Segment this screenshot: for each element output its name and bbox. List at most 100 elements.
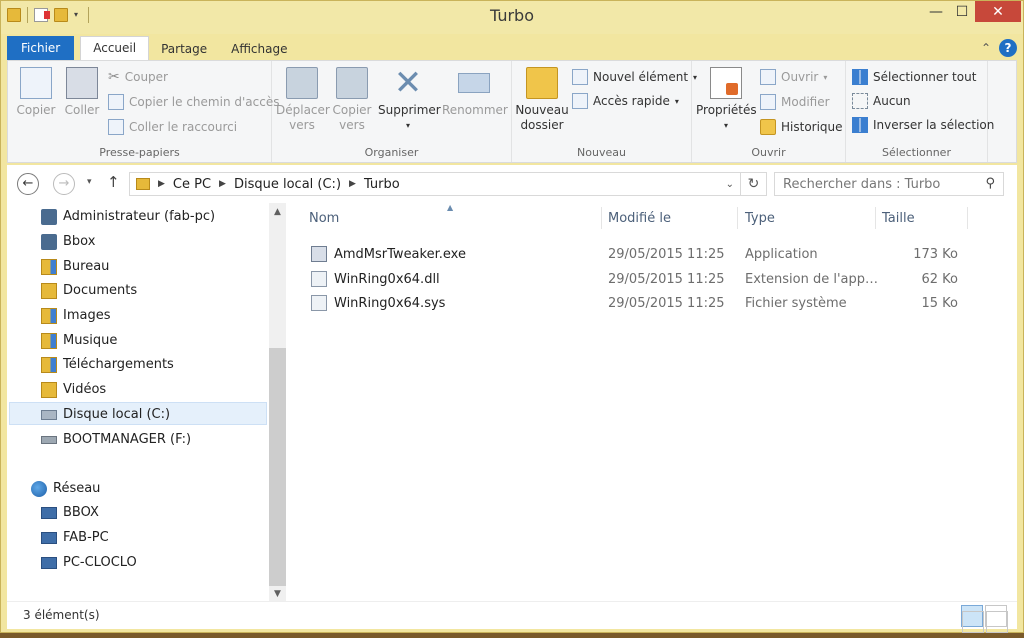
tab-share[interactable]: Partage (149, 38, 219, 60)
details-view-button[interactable] (961, 605, 984, 633)
column-header-name[interactable]: Nom (309, 211, 339, 226)
move-to-label: Déplacer (276, 103, 330, 117)
delete-icon: ✕ (393, 63, 423, 103)
refresh-icon[interactable]: ↻ (741, 172, 767, 196)
minimize-button[interactable]: — (923, 1, 949, 22)
recent-locations-icon[interactable]: ▾ (87, 177, 92, 187)
column-header-modified[interactable]: Modifié le (608, 211, 671, 226)
copy-icon (20, 67, 52, 99)
nav-item-pc-cloclo[interactable]: PC-CLOCLO (41, 551, 137, 574)
nav-item-bbox[interactable]: Bbox (41, 230, 95, 253)
nav-item-images[interactable]: Images (41, 304, 111, 327)
properties-dropdown-icon[interactable]: ▾ (696, 118, 756, 133)
search-input[interactable]: Rechercher dans : Turbo ⚲ (774, 172, 1004, 196)
select-all-icon (852, 69, 868, 85)
address-history-dropdown-icon[interactable]: ⌄ (726, 179, 734, 190)
new-folder-button[interactable]: Nouveau dossier (514, 67, 570, 133)
file-row[interactable]: AmdMsrTweaker.exe 29/05/2015 11:25 Appli… (299, 243, 999, 266)
properties-label: Propriétés (696, 103, 757, 117)
paste-button[interactable]: Coller (62, 67, 102, 118)
tab-view[interactable]: Affichage (219, 38, 299, 60)
nav-item-videos[interactable]: Vidéos (41, 378, 106, 401)
nav-item-reseau[interactable]: Réseau (31, 477, 100, 500)
edit-button[interactable]: Modifier (760, 94, 830, 110)
copy-button[interactable]: Copier (14, 67, 58, 118)
search-icon[interactable]: ⚲ (985, 176, 995, 191)
scroll-down-icon[interactable]: ▼ (269, 589, 286, 599)
new-folder-icon (526, 67, 558, 99)
column-divider[interactable] (875, 207, 876, 229)
delete-button[interactable]: ✕ Supprimer ▾ (378, 63, 441, 133)
column-header-size[interactable]: Taille (882, 211, 915, 226)
select-all-button[interactable]: Sélectionner tout (852, 69, 976, 85)
downloads-folder-icon (41, 356, 57, 373)
breadcrumb-this-pc[interactable]: Ce PC (173, 177, 211, 192)
column-divider[interactable] (967, 207, 968, 229)
nav-item-fab-pc[interactable]: FAB-PC (41, 526, 109, 549)
collapse-ribbon-icon[interactable]: ⌃ (981, 41, 991, 55)
nav-item-administrateur[interactable]: Administrateur (fab-pc) (41, 205, 215, 228)
tab-file[interactable]: Fichier (7, 36, 75, 60)
new-folder-label-2: dossier (520, 118, 564, 132)
cut-button[interactable]: ✂ Couper (108, 69, 168, 85)
rename-label: Renommer (442, 103, 508, 117)
properties-button[interactable]: Propriétés ▾ (696, 67, 757, 133)
title-bar: ▾ Turbo — ☐ ✕ (1, 1, 1023, 34)
delete-dropdown-icon[interactable]: ▾ (378, 118, 438, 133)
organize-group-label: Organiser (364, 146, 419, 159)
paste-label: Coller (64, 103, 100, 117)
easy-access-button[interactable]: Accès rapide ▾ (572, 93, 679, 109)
nav-item-bootmanager[interactable]: BOOTMANAGER (F:) (41, 428, 191, 451)
forward-button[interactable]: → (53, 173, 75, 195)
nav-item-bbox-network[interactable]: BBOX (41, 501, 99, 524)
rename-icon (458, 73, 490, 93)
column-header-type[interactable]: Type (745, 211, 775, 226)
ribbon-tabs: Fichier Accueil Partage Affichage (7, 36, 300, 60)
help-icon[interactable]: ? (999, 39, 1017, 57)
move-to-button[interactable]: Déplacer vers (276, 67, 330, 133)
organize-group: Déplacer vers Copier vers ✕ Supprimer ▾ … (272, 61, 512, 162)
nav-item-telechargements[interactable]: Téléchargements (41, 353, 174, 376)
file-row[interactable]: WinRing0x64.sys 29/05/2015 11:25 Fichier… (299, 292, 999, 315)
breadcrumb-turbo[interactable]: Turbo (364, 177, 400, 192)
paste-shortcut-button[interactable]: Coller le raccourci (108, 119, 237, 135)
navigation-scrollbar[interactable]: ▲ ▼ (269, 203, 286, 601)
rename-button[interactable]: Renommer (442, 67, 508, 118)
folder-icon (136, 178, 150, 190)
breadcrumb-separator-icon[interactable]: ▶ (349, 179, 356, 189)
column-divider[interactable] (601, 207, 602, 229)
breadcrumb-local-disk[interactable]: Disque local (C:) (234, 177, 341, 192)
large-icons-view-button[interactable] (985, 605, 1008, 633)
nav-item-label: PC-CLOCLO (63, 555, 137, 570)
nav-item-bureau[interactable]: Bureau (41, 255, 109, 278)
history-button[interactable]: Historique (760, 119, 843, 135)
copy-path-button[interactable]: Copier le chemin d'accès (108, 94, 279, 110)
nav-item-musique[interactable]: Musique (41, 329, 117, 352)
scroll-up-icon[interactable]: ▲ (269, 207, 286, 217)
nav-item-documents[interactable]: Documents (41, 279, 137, 302)
column-divider[interactable] (737, 207, 738, 229)
nav-item-label: Réseau (53, 481, 101, 496)
up-arrow-icon[interactable]: ↑ (107, 173, 120, 191)
open-label: Ouvrir (781, 70, 819, 84)
back-button[interactable]: ← (17, 173, 39, 195)
open-button[interactable]: Ouvrir ▾ (760, 69, 827, 85)
select-none-button[interactable]: Aucun (852, 93, 911, 109)
maximize-button[interactable]: ☐ (949, 1, 975, 22)
close-button[interactable]: ✕ (975, 1, 1021, 22)
breadcrumb-separator-icon[interactable]: ▶ (158, 179, 165, 189)
system-file-icon (311, 295, 327, 311)
copy-path-icon (108, 94, 124, 110)
nav-item-label: Vidéos (63, 382, 107, 397)
copy-to-button[interactable]: Copier vers (330, 67, 374, 133)
nav-item-disque-local[interactable]: Disque local (C:) (41, 403, 170, 426)
sort-ascending-icon: ▲ (447, 203, 454, 212)
breadcrumb-separator-icon[interactable]: ▶ (219, 179, 226, 189)
tab-home[interactable]: Accueil (80, 36, 150, 60)
nav-item-label: Documents (63, 283, 138, 298)
new-item-button[interactable]: Nouvel élément ▾ (572, 69, 697, 85)
address-bar[interactable]: ▶ Ce PC ▶ Disque local (C:) ▶ Turbo ⌄ (129, 172, 741, 196)
scrollbar-thumb[interactable] (269, 348, 286, 586)
file-row[interactable]: WinRing0x64.dll 29/05/2015 11:25 Extensi… (299, 268, 999, 291)
invert-selection-button[interactable]: Inverser la sélection (852, 117, 994, 133)
